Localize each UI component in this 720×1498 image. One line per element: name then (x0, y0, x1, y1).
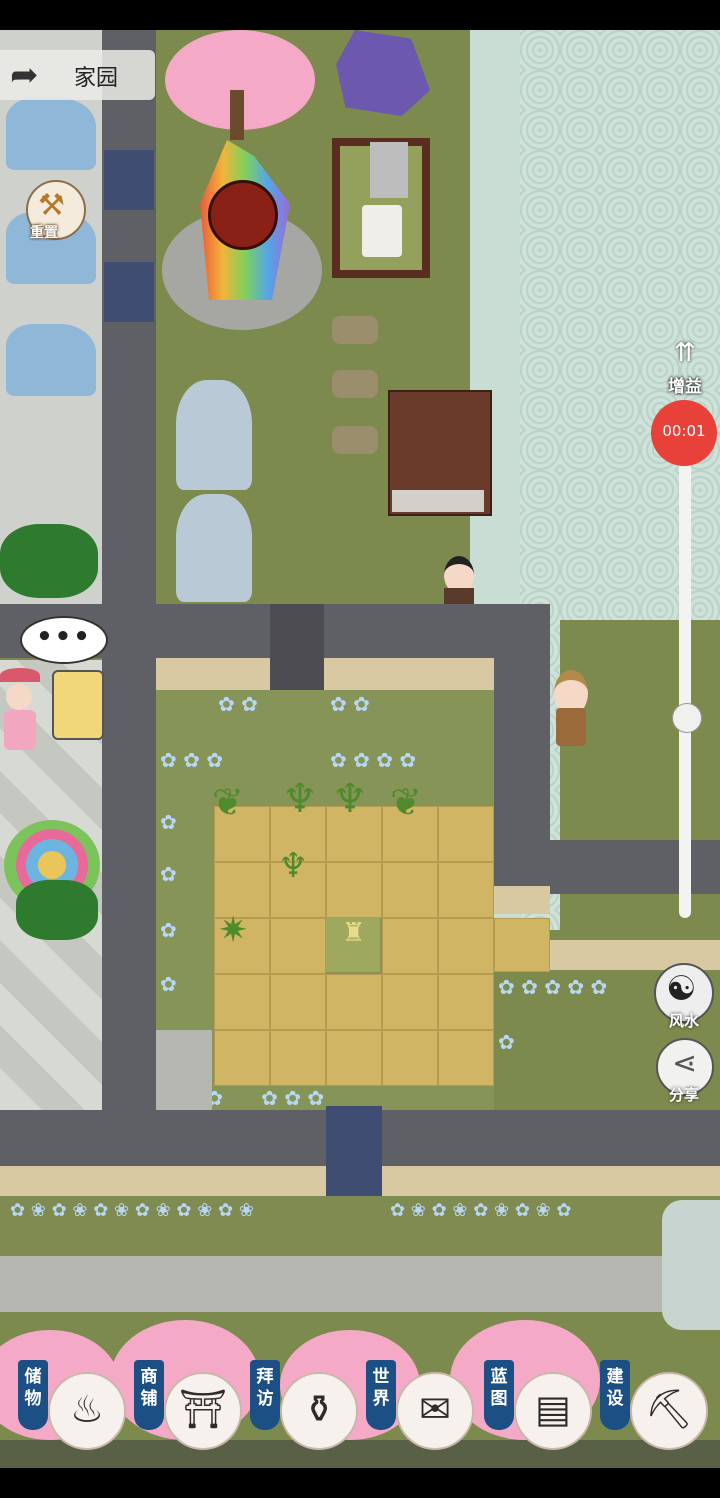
field-plot[interactable] (438, 806, 494, 862)
crop-sprout[interactable]: ❦ (212, 780, 244, 824)
nav-world[interactable]: 世界 ✉ (366, 1360, 476, 1460)
blue-flower: ✿ (160, 810, 177, 834)
rock (662, 1200, 720, 1330)
nav-blueprint-label: 蓝图 (490, 1367, 508, 1409)
share-label: 分享 (668, 1086, 699, 1104)
field-plot[interactable] (270, 974, 326, 1030)
crop-sprout[interactable]: ♆ (278, 846, 308, 886)
field-plot[interactable] (214, 974, 270, 1030)
back-button-label: 家园 (74, 66, 119, 91)
flower-bed: ✿ ❀ ✿ ❀ ✿ ❀ ✿ ❀ ✿ (390, 1200, 572, 1221)
field-plot[interactable] (326, 974, 382, 1030)
chat-bubble-text: ••• (36, 622, 92, 652)
nav-shop[interactable]: 商铺 ⛩ (134, 1360, 244, 1460)
crop-sprout[interactable]: ❦ (390, 780, 422, 824)
scroll-map-icon: ✉ (419, 1387, 451, 1431)
blue-flower: ✿ ✿ ✿ ✿ ✿ (498, 975, 608, 999)
field-plot[interactable] (382, 862, 438, 918)
blue-flower: ✿ ✿ (218, 692, 258, 716)
nav-storage-label: 储物 (24, 1367, 42, 1409)
field-plot[interactable] (382, 974, 438, 1030)
shop-icon: ⛩ (178, 1387, 228, 1431)
nav-blueprint[interactable]: 蓝图 ▤ (484, 1360, 594, 1460)
pickaxe-icon: ⛏ (644, 1387, 694, 1431)
lower-gate[interactable] (326, 1106, 382, 1196)
zoom-slider-thumb[interactable] (672, 703, 702, 733)
nav-storage[interactable]: 储物 ♨ (18, 1360, 128, 1460)
stone-lion-statue[interactable] (6, 98, 96, 170)
wall-gate-upper (104, 150, 154, 210)
field-plot[interactable] (214, 1030, 270, 1086)
field-plot[interactable] (270, 918, 326, 974)
back-arrow-icon: ➦ (10, 55, 39, 95)
broom-icon: ⚒ (38, 188, 65, 223)
field-plot[interactable] (438, 1030, 494, 1086)
nav-visit[interactable]: 拜访 ⚱ (250, 1360, 360, 1460)
system-nav-bar (0, 1468, 720, 1498)
fire-emblem-icon (208, 180, 278, 250)
field-plot[interactable] (438, 862, 494, 918)
bag-icon: ♨ (69, 1387, 105, 1431)
fengshui-label: 风水 (668, 1012, 699, 1030)
stone-lion-statue[interactable] (6, 324, 96, 396)
bonsai-pine[interactable] (0, 524, 98, 598)
field-plot[interactable] (326, 1030, 382, 1086)
field-plot[interactable] (494, 918, 550, 972)
flower-bed: ✿ ❀ ✿ ❀ ✿ ❀ ✿ ❀ ✿ ❀ ✿ ❀ (10, 1200, 254, 1221)
blue-flower: ✿ (160, 862, 177, 886)
nav-build-label: 建设 (606, 1367, 624, 1409)
back-button[interactable]: ➦ 家园 (0, 50, 155, 100)
stone-lantern (370, 142, 408, 198)
bonsai-pine[interactable] (16, 880, 98, 940)
share-icon: ⋖ (672, 1046, 698, 1081)
nav-world-label: 世界 (372, 1367, 390, 1409)
blue-flower: ✿ ✿ ✿ (160, 748, 223, 772)
blue-flower: ✿ (160, 972, 177, 996)
field-plot[interactable] (270, 1030, 326, 1086)
field-plot[interactable] (326, 862, 382, 918)
blue-flower: ✿ (160, 918, 177, 942)
chat-bubble[interactable]: ••• (20, 616, 108, 664)
garden-gate-top (270, 604, 324, 690)
game-screen: ❦ ♆ ♆ ❦ ♆ ✷ ♜ ✿ ✿ ✿ ✿ ✿ ✿ ✿ ✿ ✿ ✿ ✿ ✿ ✿ … (0, 0, 720, 1498)
npc-servant[interactable] (548, 670, 594, 748)
npc-lady-with-umbrella[interactable] (0, 668, 40, 752)
field-plot[interactable] (438, 974, 494, 1030)
offering-table (362, 205, 402, 257)
crop-sprout[interactable]: ♆ (282, 776, 318, 822)
field-plot[interactable] (382, 1030, 438, 1086)
reset-label: 重置 (30, 225, 58, 241)
buff-button[interactable]: ⇈ 增益 (660, 338, 710, 398)
blueprint-icon: ▤ (535, 1387, 571, 1431)
nav-shop-label: 商铺 (140, 1367, 158, 1409)
nav-build[interactable]: 建设 ⛏ (600, 1360, 710, 1460)
clay-pot[interactable] (332, 426, 378, 454)
blue-flower: ✿ (498, 1030, 515, 1054)
stone-lamp[interactable] (52, 670, 104, 740)
zoom-slider-track[interactable] (679, 460, 691, 918)
field-plot[interactable] (438, 918, 494, 974)
crop-sprout[interactable]: ♆ (332, 776, 368, 822)
frost-tree[interactable] (176, 380, 252, 490)
frost-tree[interactable] (176, 494, 252, 602)
visit-icon: ⚱ (303, 1387, 335, 1431)
status-bar (0, 0, 720, 30)
buff-label: 增益 (668, 377, 702, 397)
crop-sprout[interactable]: ✷ (218, 910, 248, 951)
yin-yang-icon: ☯ (666, 969, 697, 1009)
up-arrows-icon: ⇈ (674, 338, 696, 368)
stone-path (0, 1256, 662, 1312)
middle-wall-cap (156, 658, 496, 690)
nav-visit-label: 拜访 (256, 1367, 274, 1409)
timer-badge: 00:01 (651, 400, 717, 466)
wall-gate-middle (104, 262, 154, 322)
blue-flower: ✿ ✿ (330, 692, 370, 716)
timer-text: 00:01 (662, 422, 706, 440)
crop-seedling[interactable]: ♜ (342, 918, 365, 948)
blue-flower: ✿ ✿ ✿ ✿ (330, 748, 417, 772)
npc-villager[interactable] (440, 556, 478, 604)
field-plot[interactable] (382, 918, 438, 974)
clay-pot[interactable] (332, 370, 378, 398)
clay-pot[interactable] (332, 316, 378, 344)
